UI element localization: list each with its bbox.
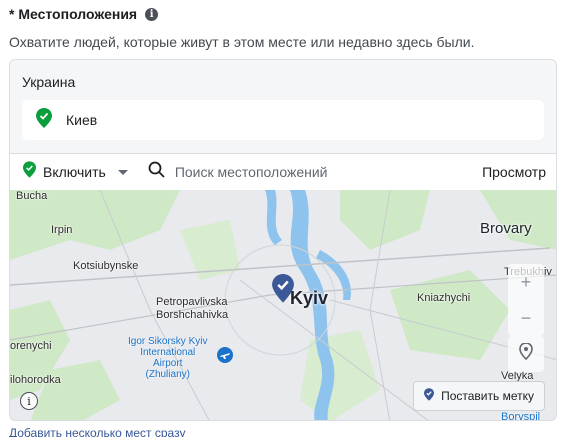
chevron-down-icon (117, 169, 128, 175)
include-label: Включить (43, 164, 106, 180)
locations-title: * Местоположения (9, 6, 138, 22)
zoom-out-button[interactable]: − (508, 300, 544, 336)
map-label-ilohorodka: ilohorodka (10, 374, 61, 386)
map-label-kniazhychi: Kniazhychi (417, 292, 471, 304)
selected-location-name: Киев (66, 112, 98, 128)
small-pin-icon (424, 388, 435, 404)
zoom-in-button[interactable]: + (508, 264, 544, 300)
green-pin-icon (36, 107, 52, 133)
selected-location-chip[interactable]: Киев (22, 100, 544, 140)
map-label-borshchahivka: Borshchahivka (156, 309, 229, 321)
include-dropdown[interactable]: Включить (23, 161, 128, 183)
map-label-kyiv: Kyiv (290, 288, 329, 308)
airport-icon (217, 347, 233, 368)
airport-line-2: International (140, 347, 196, 358)
location-marker-icon[interactable] (272, 274, 294, 309)
locate-pin-icon (518, 341, 534, 366)
airport-line-4: (Zhuliany) (145, 369, 190, 380)
locations-heading: * Местоположения i (9, 6, 159, 22)
map-label-boryspil: Boryspil (501, 411, 541, 421)
country-label: Украина (22, 74, 76, 90)
location-map[interactable]: Bucha Irpin Kotsiubynske Petropavlivska … (10, 190, 556, 421)
preview-link[interactable]: Просмотр (482, 164, 546, 180)
map-label-orenychi: orenychi (10, 340, 52, 352)
location-toolbar: Включить Просмотр (10, 153, 556, 190)
location-search-input[interactable] (174, 164, 445, 180)
info-icon[interactable]: i (145, 7, 159, 21)
airport-label: Igor Sikorsky Kyiv International Airport… (128, 336, 207, 380)
location-search (148, 161, 445, 183)
map-label-bucha: Bucha (16, 190, 48, 202)
green-pin-icon (23, 161, 36, 183)
add-multiple-locations-link[interactable]: Добавить несколько мест сразу (9, 426, 185, 437)
map-label-kotsiubynske: Kotsiubynske (73, 260, 139, 272)
map-info-button[interactable]: i (20, 392, 38, 410)
airport-line-3: Airport (153, 358, 183, 369)
search-icon (148, 161, 165, 183)
drop-pin-button[interactable]: Поставить метку (413, 381, 545, 411)
airport-line-1: Igor Sikorsky Kyiv (128, 336, 208, 347)
locations-panel: Украина Киев Включить Просмотр (9, 59, 557, 421)
locate-button[interactable] (508, 336, 544, 372)
map-label-irpin: Irpin (51, 224, 73, 236)
map-label-petropavlivska: Petropavlivska (156, 296, 228, 308)
map-label-brovary: Brovary (480, 220, 532, 237)
drop-pin-label: Поставить метку (441, 389, 534, 403)
zoom-controls: + − (508, 264, 544, 336)
locations-description: Охватите людей, которые живут в этом мес… (9, 34, 475, 50)
